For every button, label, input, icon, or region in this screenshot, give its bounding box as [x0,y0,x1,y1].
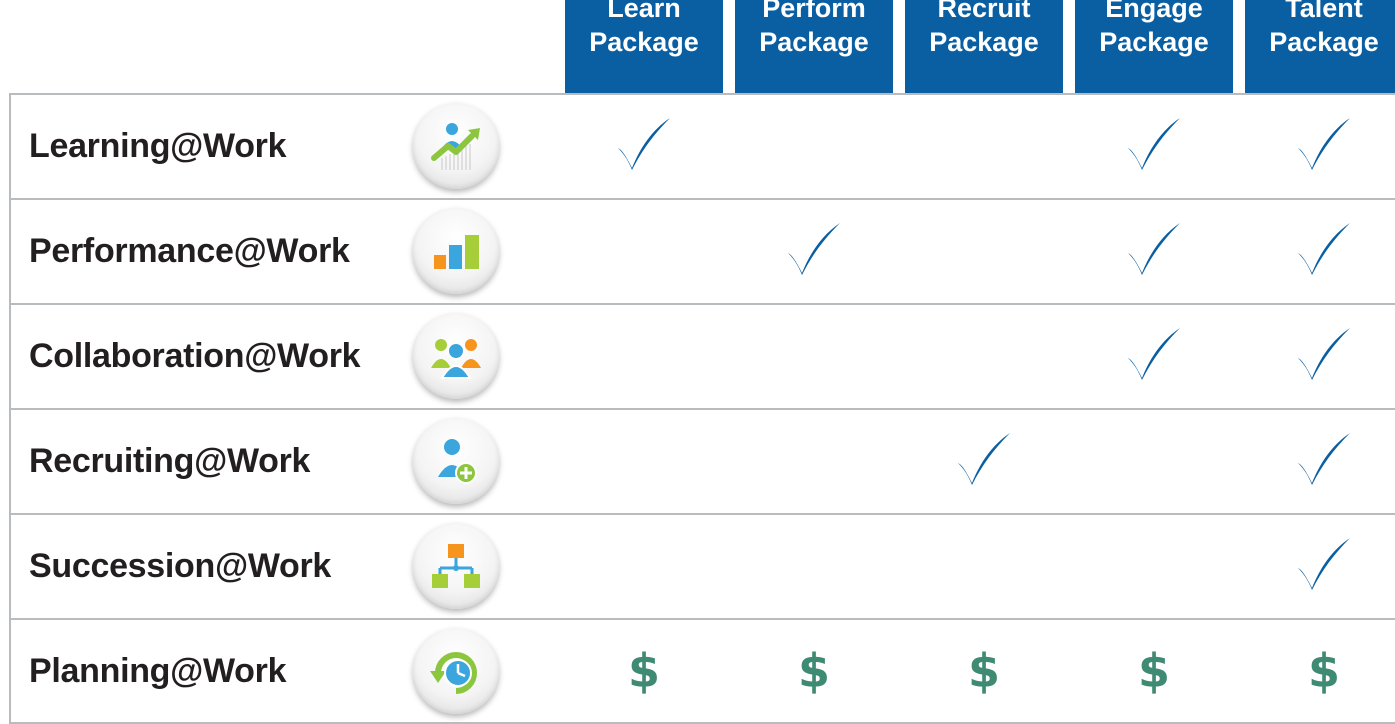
dollar-sign-text: $ [797,643,830,698]
checkmark-icon [1284,303,1364,408]
table-row-recruiting: Recruiting@Work [9,408,1395,513]
row-label: Succession@Work [29,547,332,585]
checkmark-icon [1114,198,1194,303]
bar-chart-icon [413,208,499,294]
row-label: Collaboration@Work [29,337,361,375]
checkmark-icon [1284,513,1364,618]
row-label: Performance@Work [29,232,350,270]
column-header-line1: Perform [762,0,866,23]
dollar-sign-text: $ [627,643,660,698]
column-header-learn: Learn Package [565,0,723,93]
dollar-sign: $ [604,618,684,723]
checkmark-icon [1284,408,1364,513]
column-header-line1: Talent [1285,0,1363,23]
team-people-icon [413,313,499,399]
table-row-succession: Succession@Work [9,513,1395,618]
column-header-line1: Learn [607,0,681,23]
column-header-line2: Package [759,27,869,57]
learning-growth-icon [413,103,499,189]
column-header-line2: Package [1099,27,1209,57]
checkmark-icon [1114,303,1194,408]
dollar-sign-text: $ [1307,643,1340,698]
column-header-line1: Recruit [937,0,1031,23]
checkmark-icon [944,408,1024,513]
checkmark-icon [1114,93,1194,198]
column-header-engage: Engage Package [1075,0,1233,93]
row-label: Recruiting@Work [29,442,311,480]
row-label: Planning@Work [29,651,287,690]
checkmark-icon [1284,93,1364,198]
dollar-sign-text: $ [967,643,1000,698]
dollar-sign-text: $ [1137,643,1170,698]
dollar-sign: $ [1114,618,1194,723]
dollar-sign: $ [1284,618,1364,723]
checkmark-icon [1284,198,1364,303]
column-header-line2: Package [1269,27,1379,57]
clock-refresh-icon [413,628,499,714]
row-label: Learning@Work [29,127,287,165]
add-person-icon [413,418,499,504]
column-header-line2: Package [929,27,1039,57]
column-header-line1: Engage [1105,0,1203,23]
column-header-talent: Talent Package [1245,0,1395,93]
column-header-line2: Package [589,27,699,57]
dollar-sign: $ [774,618,854,723]
checkmark-icon [604,93,684,198]
column-header-recruit: Recruit Package [905,0,1063,93]
org-chart-icon [413,523,499,609]
checkmark-icon [774,198,854,303]
dollar-sign: $ [944,618,1024,723]
column-header-perform: Perform Package [735,0,893,93]
